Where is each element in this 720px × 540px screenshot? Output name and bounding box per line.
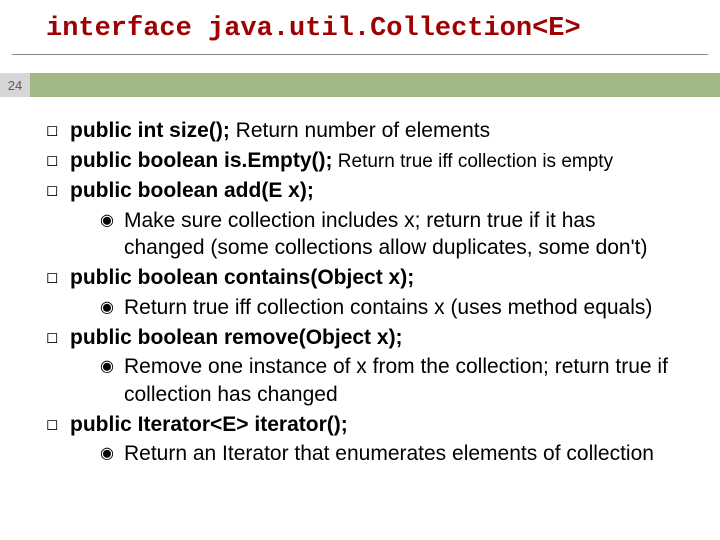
- square-bullet-icon: ◻: [46, 324, 70, 409]
- circle-bullet-icon: ◉: [100, 207, 124, 262]
- slide: interface java.util.Collection<E> 24 ◻ p…: [0, 0, 720, 540]
- content-area: ◻ public int size(); Return number of el…: [0, 97, 720, 468]
- method-signature: public int size();: [70, 119, 230, 142]
- bullet-text: public boolean contains(Object x); ◉ Ret…: [70, 264, 670, 321]
- accent-bar: [30, 73, 720, 97]
- method-description: Return number of elements: [230, 119, 490, 142]
- sub-bullet-text: Make sure collection includes x; return …: [124, 207, 670, 262]
- method-signature: public boolean remove(Object x);: [70, 326, 403, 349]
- method-signature: public Iterator<E> iterator();: [70, 413, 348, 436]
- square-bullet-icon: ◻: [46, 411, 70, 468]
- method-signature: public boolean is.Empty();: [70, 149, 333, 172]
- sub-bullet: ◉ Return an Iterator that enumerates ele…: [100, 440, 670, 468]
- circle-bullet-icon: ◉: [100, 440, 124, 468]
- title-part-1: interface java.: [46, 14, 289, 44]
- circle-bullet-icon: ◉: [100, 294, 124, 322]
- sub-bullet: ◉ Remove one instance of x from the coll…: [100, 353, 670, 408]
- method-description: Return true iff collection is empty: [333, 151, 614, 172]
- method-signature: public boolean contains(Object x);: [70, 266, 414, 289]
- bullet-text: public boolean is.Empty(); Return true i…: [70, 147, 670, 175]
- sub-bullet-text: Remove one instance of x from the collec…: [124, 353, 670, 408]
- square-bullet-icon: ◻: [46, 147, 70, 175]
- bullet-item: ◻ public boolean is.Empty(); Return true…: [46, 147, 670, 175]
- sub-bullet-text: Return true iff collection contains x (u…: [124, 294, 670, 322]
- bullet-item: ◻ public boolean add(E x); ◉ Make sure c…: [46, 177, 670, 262]
- slide-title: interface java.util.Collection<E>: [12, 0, 708, 55]
- bullet-item: ◻ public boolean contains(Object x); ◉ R…: [46, 264, 670, 321]
- sub-bullet-text: Return an Iterator that enumerates eleme…: [124, 440, 670, 468]
- slide-number: 24: [0, 73, 30, 97]
- bullet-text: public boolean add(E x); ◉ Make sure col…: [70, 177, 670, 262]
- sub-bullet: ◉ Make sure collection includes x; retur…: [100, 207, 670, 262]
- bullet-item: ◻ public int size(); Return number of el…: [46, 117, 670, 145]
- header-bar: 24: [0, 73, 720, 97]
- square-bullet-icon: ◻: [46, 264, 70, 321]
- bullet-text: public boolean remove(Object x); ◉ Remov…: [70, 324, 670, 409]
- bullet-item: ◻ public Iterator<E> iterator(); ◉ Retur…: [46, 411, 670, 468]
- bullet-text: public int size(); Return number of elem…: [70, 117, 670, 145]
- title-part-2: util.: [289, 14, 370, 44]
- square-bullet-icon: ◻: [46, 177, 70, 262]
- sub-bullet: ◉ Return true iff collection contains x …: [100, 294, 670, 322]
- circle-bullet-icon: ◉: [100, 353, 124, 408]
- title-part-3: Collection<E>: [370, 14, 581, 44]
- method-signature: public boolean add(E x);: [70, 179, 314, 202]
- bullet-item: ◻ public boolean remove(Object x); ◉ Rem…: [46, 324, 670, 409]
- bullet-text: public Iterator<E> iterator(); ◉ Return …: [70, 411, 670, 468]
- square-bullet-icon: ◻: [46, 117, 70, 145]
